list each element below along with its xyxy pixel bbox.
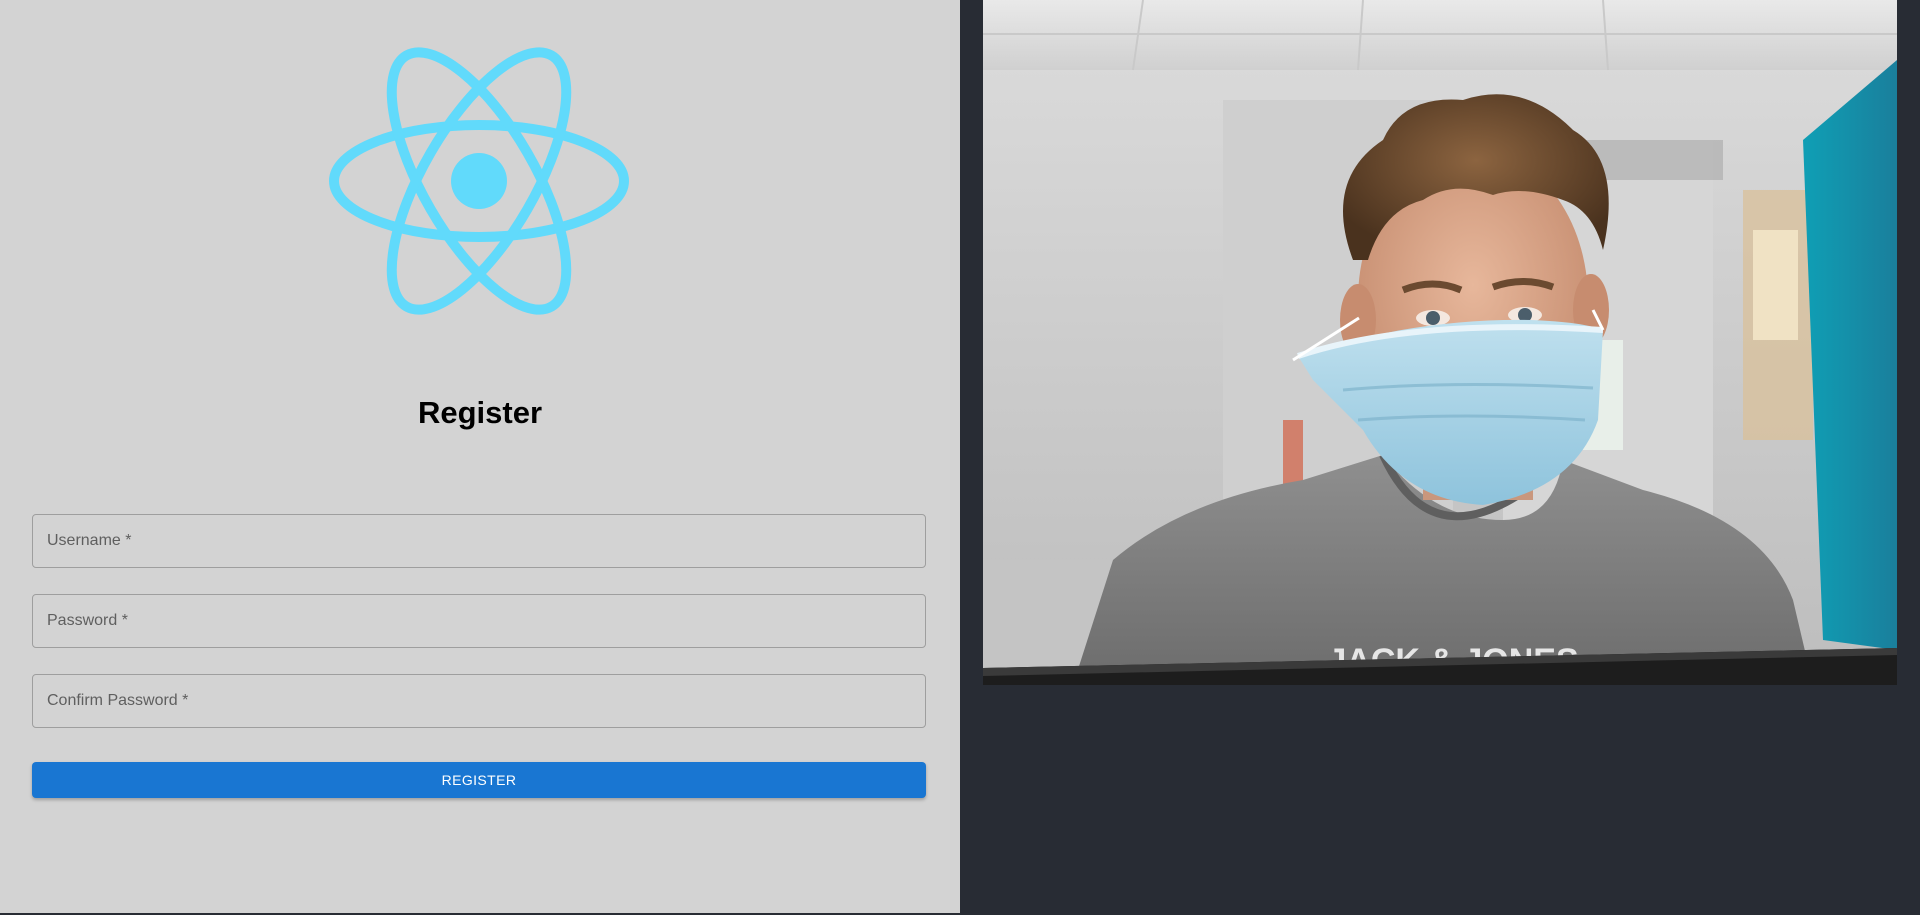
react-atom-icon: [329, 47, 629, 315]
profile-photo: JACK & JONES: [983, 0, 1897, 685]
profile-photo-image: JACK & JONES: [983, 0, 1897, 685]
photo-panel: JACK & JONES: [960, 0, 1920, 915]
username-field[interactable]: Username *: [32, 514, 926, 568]
password-input[interactable]: [33, 595, 925, 647]
username-input[interactable]: [33, 515, 925, 567]
register-page: Register Username * Password * Confirm P…: [0, 0, 1920, 915]
confirm-password-input[interactable]: [33, 675, 925, 727]
page-title: Register: [417, 395, 543, 430]
register-button[interactable]: REGISTER: [32, 762, 926, 798]
confirm-password-field[interactable]: Confirm Password *: [32, 674, 926, 728]
register-panel: Register Username * Password * Confirm P…: [0, 0, 960, 913]
password-field[interactable]: Password *: [32, 594, 926, 648]
